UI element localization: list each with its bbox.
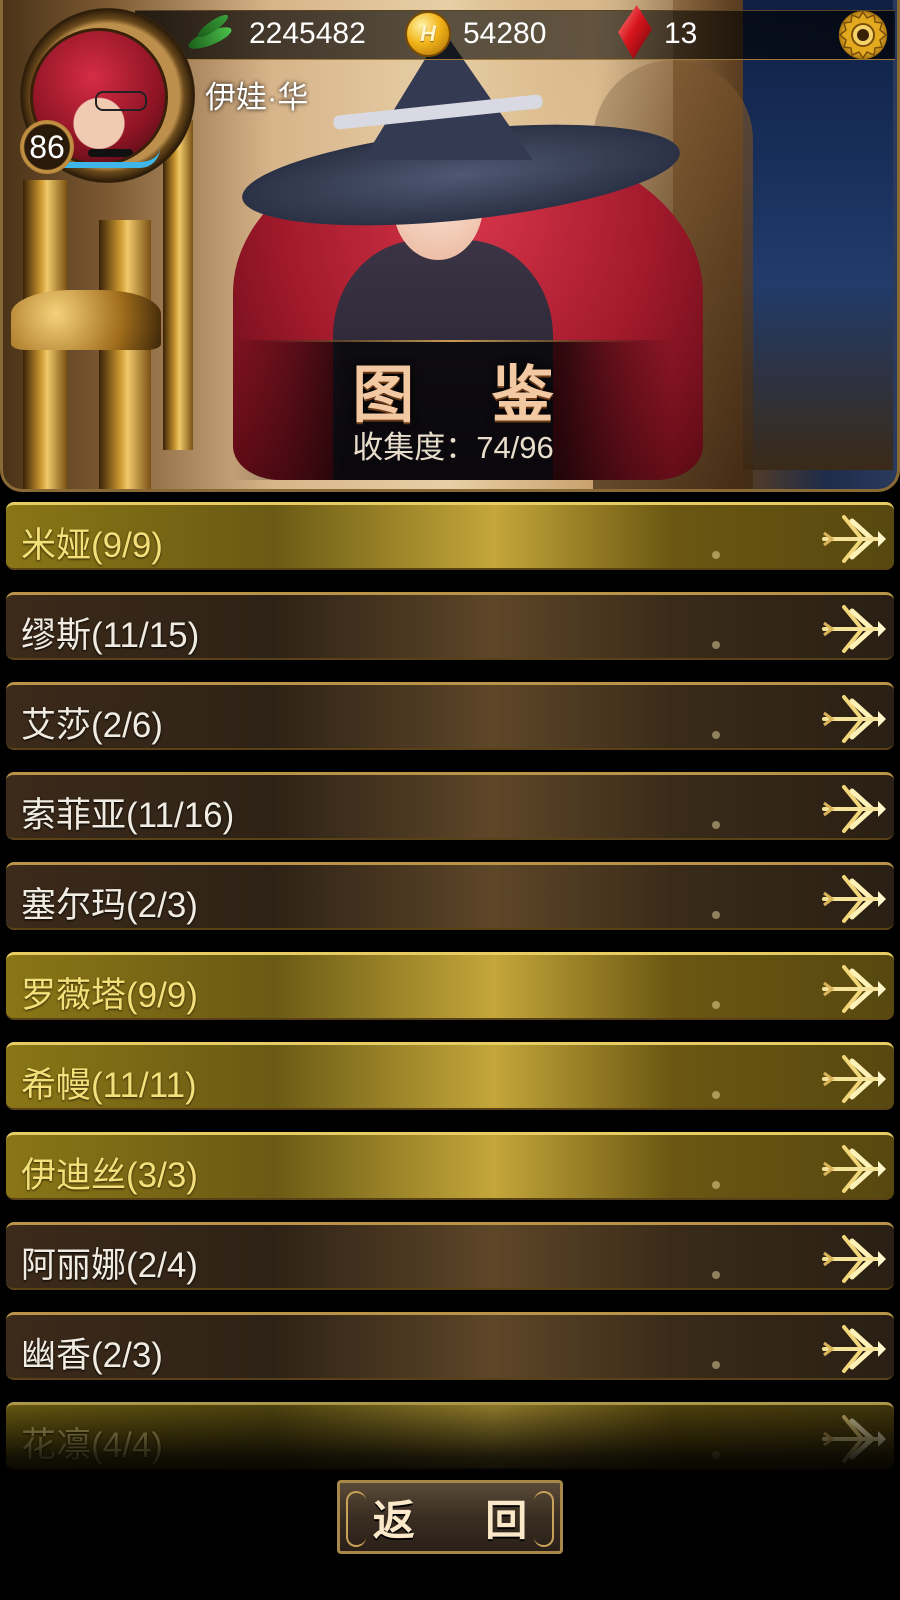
level-badge: 86 [20,120,74,174]
golden-pillar [99,220,151,489]
sparkle-decoration [712,731,720,739]
list-item-label: 幽香(2/3) [21,1336,163,1375]
golden-arrow-icon[interactable] [822,601,886,657]
gold-value: 54280 [463,17,547,50]
golden-arrow-icon[interactable] [822,871,886,927]
sparkle-decoration [712,1451,720,1459]
back-button[interactable]: 返 回 [337,1480,563,1554]
list-item[interactable]: 伊迪丝(3/3) [6,1132,894,1200]
settings-button[interactable] [836,8,890,62]
sparkle-decoration [712,911,720,919]
list-item-label: 罗薇塔(9/9) [21,976,198,1015]
list-item[interactable]: 希幔(11/11) [6,1042,894,1110]
golden-arrow-icon[interactable] [822,781,886,837]
stamina-value: 2245482 [249,17,366,50]
title-plaque: 图 鉴 收集度：74/96 [233,340,673,480]
golden-arrow-icon[interactable] [822,1411,886,1467]
gem-value: 13 [664,17,698,50]
list-item-label: 阿丽娜(2/4) [21,1246,198,1285]
list-item[interactable]: 花凛(4/4) [6,1402,894,1470]
list-item[interactable]: 缪斯(11/15) [6,592,894,660]
golden-arrow-icon[interactable] [822,1141,886,1197]
page-title: 图 鉴 [352,358,582,431]
golden-arrow-icon[interactable] [822,511,886,567]
list-item-label: 缪斯(11/15) [21,616,200,655]
character-gallery-list[interactable]: 米娅(9/9) 缪斯(11/15) 艾莎(2/6) 索菲亚(11/16) 塞尔玛(2/3… [6,502,894,1488]
stamina-counter[interactable]: 2245482 [185,10,366,58]
collection-progress: 收集度：74/96 [352,430,554,465]
background-window [743,0,893,470]
player-name: 伊娃·华 [205,80,309,115]
sparkle-decoration [712,641,720,649]
sparkle-decoration [712,1091,720,1099]
back-button-label: 返 回 [372,1495,556,1545]
red-gem-icon [618,5,652,59]
golden-arrow-icon[interactable] [822,1321,886,1377]
gear-icon [838,10,888,60]
list-item[interactable]: 索菲亚(11/16) [6,772,894,840]
gem-counter[interactable]: 13 [618,10,697,58]
gold-counter[interactable]: H 54280 [405,10,546,58]
list-item-label: 伊迪丝(3/3) [21,1156,198,1195]
list-item[interactable]: 米娅(9/9) [6,502,894,570]
sparkle-decoration [712,821,720,829]
golden-arrow-icon[interactable] [822,691,886,747]
list-item[interactable]: 塞尔玛(2/3) [6,862,894,930]
sparkle-decoration [712,1271,720,1279]
list-item[interactable]: 罗薇塔(9/9) [6,952,894,1020]
sparkle-decoration [712,1181,720,1189]
list-item-label: 米娅(9/9) [21,526,163,565]
list-item[interactable]: 阿丽娜(2/4) [6,1222,894,1290]
avatar-glasses [95,91,147,111]
list-item-label: 索菲亚(11/16) [21,796,235,835]
golden-arrow-icon[interactable] [822,1231,886,1287]
golden-pillar [163,120,193,450]
list-item-label: 希幔(11/11) [21,1066,197,1105]
list-item[interactable]: 艾莎(2/6) [6,682,894,750]
list-item[interactable]: 幽香(2/3) [6,1312,894,1380]
list-item-label: 花凛(4/4) [21,1426,163,1465]
golden-arrow-icon[interactable] [822,961,886,1017]
sparkle-decoration [712,1001,720,1009]
gold-coin-icon: H [405,11,451,57]
pillar-capital [11,290,161,350]
golden-arrow-icon[interactable] [822,1051,886,1107]
sparkle-decoration [712,1361,720,1369]
list-item-label: 塞尔玛(2/3) [21,886,198,925]
sparkle-decoration [712,551,720,559]
green-leaf-icon [185,19,237,49]
list-item-label: 艾莎(2/6) [21,706,163,745]
